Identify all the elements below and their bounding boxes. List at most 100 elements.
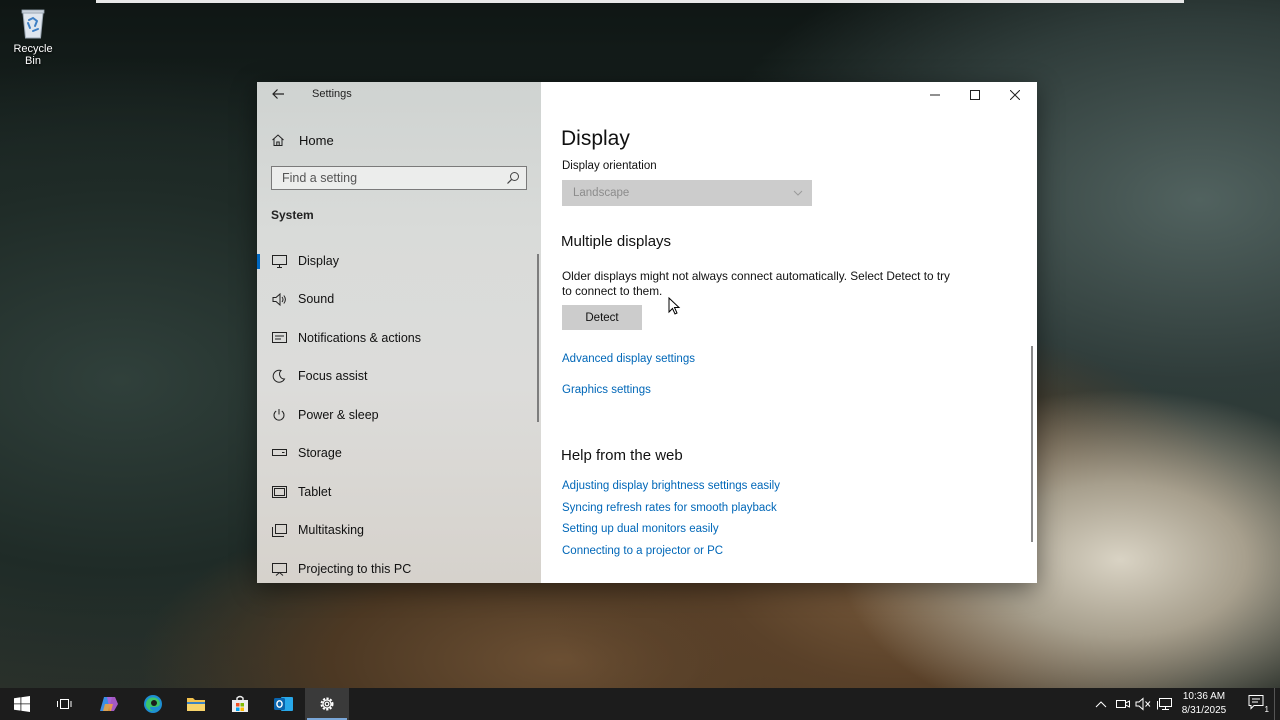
sidebar-item-label: Notifications & actions xyxy=(298,331,421,345)
back-arrow-icon xyxy=(272,89,284,99)
clock-time: 10:36 AM xyxy=(1182,691,1226,702)
sidebar-item-tablet[interactable]: Tablet xyxy=(257,476,541,508)
recycle-bin-icon xyxy=(21,9,45,39)
start-button[interactable] xyxy=(0,688,44,720)
nav-home[interactable]: Home xyxy=(271,129,334,151)
nav-scrollbar[interactable] xyxy=(537,254,539,422)
store-icon xyxy=(232,695,248,712)
sidebar-item-label: Multitasking xyxy=(298,523,364,537)
network-button[interactable] xyxy=(1157,696,1173,712)
notification-count: 1 xyxy=(1264,705,1269,714)
nav-pane: Settings Home System Display xyxy=(257,82,541,583)
search-box[interactable] xyxy=(271,166,527,190)
help-link-dual-monitors[interactable]: Setting up dual monitors easily xyxy=(562,523,719,535)
folder-icon xyxy=(187,698,205,711)
volume-muted-icon xyxy=(1135,697,1151,711)
copilot-button[interactable] xyxy=(87,688,131,720)
task-view-icon xyxy=(57,699,72,709)
settings-window: Settings Home System Display xyxy=(257,82,1037,583)
edge-button[interactable] xyxy=(131,688,175,720)
show-desktop-button[interactable] xyxy=(1274,688,1280,720)
moon-icon xyxy=(271,368,287,384)
sidebar-item-power-sleep[interactable]: Power & sleep xyxy=(257,399,541,431)
multiple-displays-text: Older displays might not always connect … xyxy=(562,269,950,298)
help-link-projector[interactable]: Connecting to a projector or PC xyxy=(562,545,723,557)
task-view-button[interactable] xyxy=(42,688,86,720)
sidebar-item-notifications[interactable]: Notifications & actions xyxy=(257,322,541,354)
projecting-icon xyxy=(271,561,287,577)
sidebar-item-label: Tablet xyxy=(298,485,332,499)
window-title: Settings xyxy=(312,88,352,100)
file-explorer-button[interactable] xyxy=(174,688,218,720)
orientation-dropdown[interactable]: Landscape xyxy=(562,180,812,206)
orientation-value: Landscape xyxy=(573,187,630,199)
sidebar-item-sound[interactable]: Sound xyxy=(257,283,541,315)
outlook-icon xyxy=(274,697,293,711)
graphics-settings-link[interactable]: Graphics settings xyxy=(562,384,651,396)
meet-now-button[interactable] xyxy=(1115,696,1131,712)
clock-date: 8/31/2025 xyxy=(1181,705,1227,716)
action-center-button[interactable]: 1 xyxy=(1248,694,1269,714)
detect-button[interactable]: Detect xyxy=(562,305,642,330)
monitor-icon xyxy=(271,253,287,269)
search-input[interactable] xyxy=(272,167,492,189)
active-indicator xyxy=(257,254,260,269)
maximize-icon xyxy=(970,90,980,100)
settings-button[interactable] xyxy=(305,688,349,720)
content-scrollbar[interactable] xyxy=(1031,346,1033,542)
outlook-button[interactable] xyxy=(262,688,306,720)
sidebar-item-label: Focus assist xyxy=(298,369,368,383)
sidebar-item-label: Display xyxy=(298,254,339,268)
orientation-label: Display orientation xyxy=(562,160,657,172)
content-pane: Display Display orientation Landscape Mu… xyxy=(541,82,1037,583)
sidebar-item-storage[interactable]: Storage xyxy=(257,437,541,469)
advanced-display-settings-link[interactable]: Advanced display settings xyxy=(562,353,695,365)
top-strip xyxy=(96,0,1184,3)
sidebar-item-multitasking[interactable]: Multitasking xyxy=(257,514,541,546)
notification-icon xyxy=(271,330,287,346)
help-link-refresh-rates[interactable]: Syncing refresh rates for smooth playbac… xyxy=(562,502,777,514)
sidebar-item-label: Power & sleep xyxy=(298,408,379,422)
volume-button[interactable] xyxy=(1135,696,1151,712)
sidebar-item-display[interactable]: Display xyxy=(257,245,541,277)
store-button[interactable] xyxy=(218,688,262,720)
nav-home-label: Home xyxy=(299,132,334,148)
network-icon xyxy=(1157,698,1172,710)
close-icon xyxy=(1010,90,1020,100)
maximize-button[interactable] xyxy=(955,82,995,108)
edge-icon xyxy=(144,695,162,713)
close-button[interactable] xyxy=(995,82,1035,108)
sidebar-item-focus-assist[interactable]: Focus assist xyxy=(257,360,541,392)
power-icon xyxy=(271,407,287,423)
home-icon xyxy=(272,134,284,146)
taskbar: 10:36 AM 8/31/2025 1 xyxy=(0,688,1280,720)
multitasking-icon xyxy=(271,522,287,538)
page-title: Display xyxy=(561,127,630,150)
sidebar-item-label: Storage xyxy=(298,446,342,460)
search-icon[interactable] xyxy=(506,171,520,185)
desktop-icon-recycle-bin[interactable]: Recycle Bin xyxy=(4,6,62,67)
sidebar-item-projecting[interactable]: Projecting to this PC xyxy=(257,553,541,583)
help-link-brightness[interactable]: Adjusting display brightness settings ea… xyxy=(562,480,780,492)
copilot-icon xyxy=(100,697,118,711)
back-button[interactable] xyxy=(271,87,287,103)
tablet-icon xyxy=(271,484,287,500)
windows-logo-icon xyxy=(14,696,30,712)
minimize-icon xyxy=(930,94,940,96)
show-hidden-icons-button[interactable] xyxy=(1093,696,1109,712)
mouse-cursor-icon xyxy=(668,297,681,315)
multiple-displays-heading: Multiple displays xyxy=(561,233,672,250)
chevron-down-icon xyxy=(793,190,803,196)
sidebar-item-label: Sound xyxy=(298,292,335,306)
chevron-up-icon xyxy=(1095,701,1107,708)
minimize-button[interactable] xyxy=(915,82,955,108)
gear-icon xyxy=(320,697,334,711)
camera-icon xyxy=(1116,700,1130,708)
taskbar-clock[interactable]: 10:36 AM 8/31/2025 xyxy=(1176,690,1232,718)
storage-icon xyxy=(271,445,287,461)
notification-icon xyxy=(1248,695,1264,710)
help-heading: Help from the web xyxy=(561,447,683,464)
nav-section-system: System xyxy=(271,208,314,222)
recycle-bin-label: Recycle Bin xyxy=(13,43,53,67)
speaker-icon xyxy=(271,291,287,307)
